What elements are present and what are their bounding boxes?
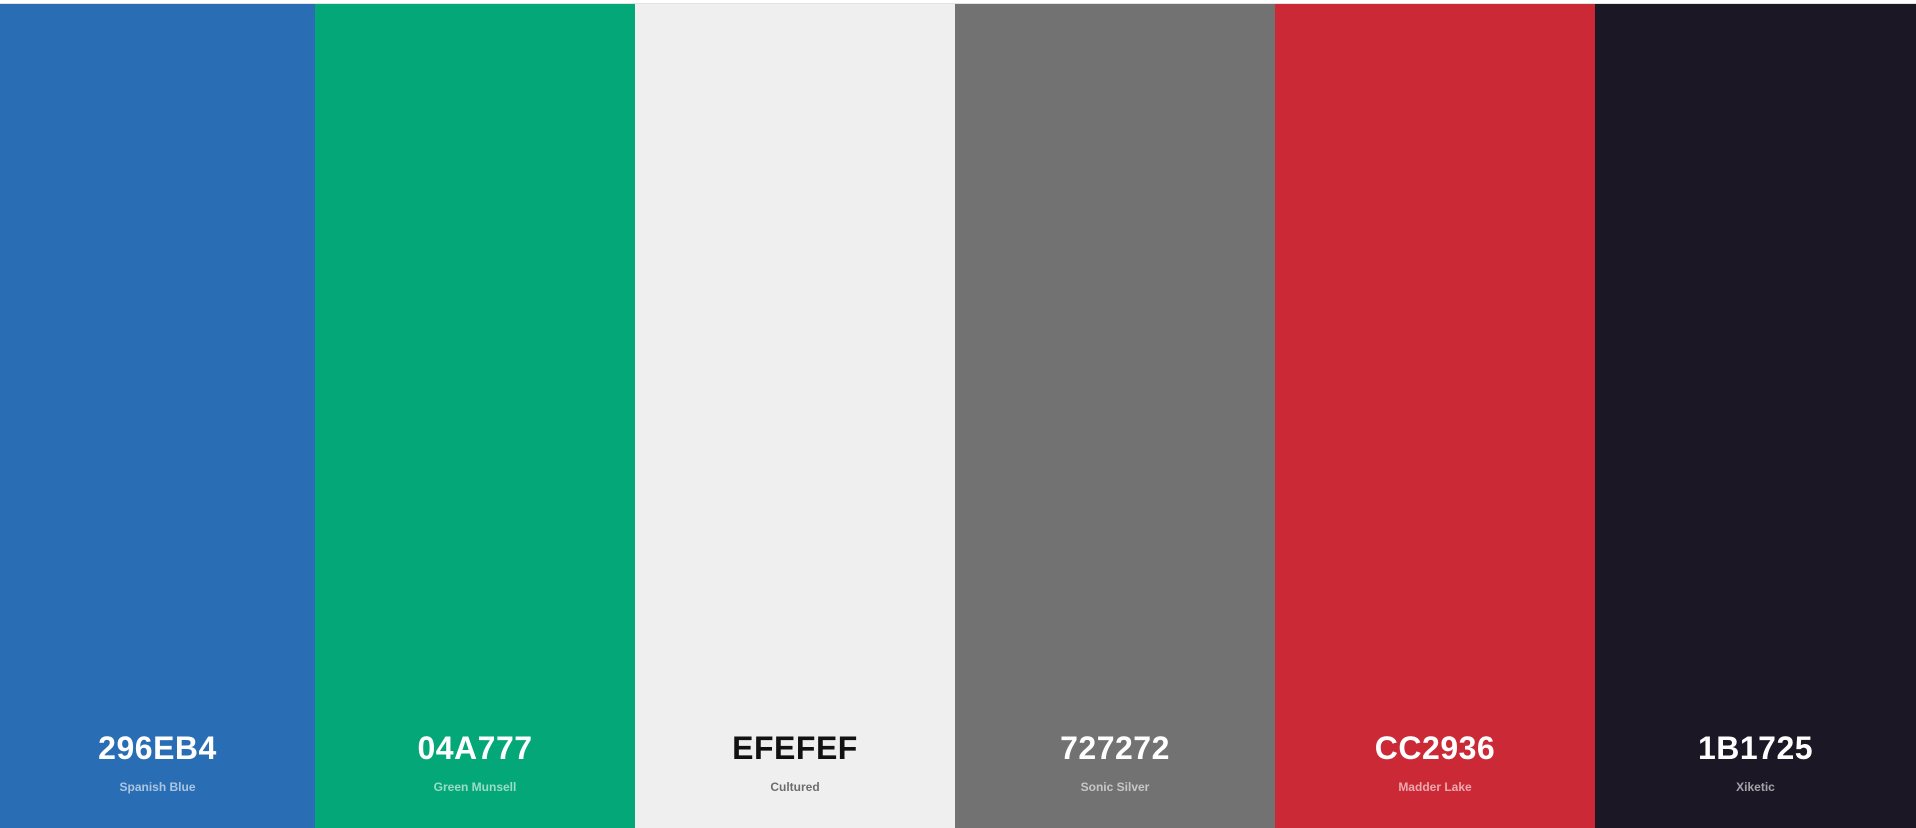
swatch-spanish-blue[interactable]: 296EB4 Spanish Blue bbox=[0, 4, 315, 828]
swatch-madder-lake[interactable]: CC2936 Madder Lake bbox=[1275, 4, 1595, 828]
swatch-color-name: Madder Lake bbox=[1398, 780, 1472, 794]
swatch-info: EFEFEF Cultured bbox=[635, 732, 955, 793]
swatch-color-name: Xiketic bbox=[1736, 780, 1775, 794]
swatch-green-munsell[interactable]: 04A777 Green Munsell bbox=[315, 4, 635, 828]
swatch-info: 727272 Sonic Silver bbox=[955, 732, 1275, 793]
swatch-color-name: Spanish Blue bbox=[119, 780, 196, 794]
swatch-hex-code[interactable]: 727272 bbox=[955, 732, 1275, 764]
swatch-hex-code[interactable]: 296EB4 bbox=[0, 732, 315, 764]
swatch-info: CC2936 Madder Lake bbox=[1275, 732, 1595, 793]
swatch-hex-code[interactable]: 1B1725 bbox=[1595, 732, 1916, 764]
swatch-cultured[interactable]: EFEFEF Cultured bbox=[635, 4, 955, 828]
swatch-info: 04A777 Green Munsell bbox=[315, 732, 635, 793]
swatch-hex-code[interactable]: EFEFEF bbox=[635, 732, 955, 764]
swatch-color-name: Cultured bbox=[770, 780, 820, 794]
color-palette: 296EB4 Spanish Blue 04A777 Green Munsell… bbox=[0, 3, 1916, 828]
swatch-color-name: Green Munsell bbox=[433, 780, 517, 794]
swatch-hex-code[interactable]: 04A777 bbox=[315, 732, 635, 764]
swatch-sonic-silver[interactable]: 727272 Sonic Silver bbox=[955, 4, 1275, 828]
swatch-info: 296EB4 Spanish Blue bbox=[0, 732, 315, 793]
swatch-info: 1B1725 Xiketic bbox=[1595, 732, 1916, 793]
swatch-xiketic[interactable]: 1B1725 Xiketic bbox=[1595, 4, 1916, 828]
swatch-color-name: Sonic Silver bbox=[1080, 780, 1150, 794]
swatch-hex-code[interactable]: CC2936 bbox=[1275, 732, 1595, 764]
